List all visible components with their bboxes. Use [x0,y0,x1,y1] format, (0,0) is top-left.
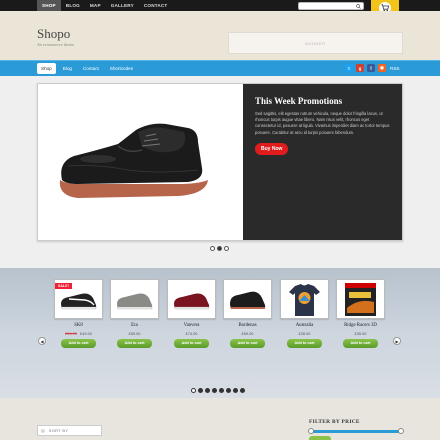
social-links: t g f ◉ RSS [345,64,399,72]
add-to-cart-button[interactable]: Add to cart [61,339,96,348]
product-old-price: £59.00 [65,331,77,336]
product-current-price: £28.00 [298,331,311,336]
product-price: £28.00 [280,331,329,336]
rss-icon[interactable]: ◉ [378,64,386,72]
price-range-max-handle[interactable] [398,428,404,434]
carousel-prev-button[interactable]: ◀ [38,337,46,345]
product-price: £35.00 [336,331,385,336]
slide-description: Sed sagittis, elit egestas rutrum vehicu… [255,111,390,135]
add-to-cart-button[interactable]: Add to cart [117,339,152,348]
product-name[interactable]: Ridge Racers 3D [336,323,385,328]
product-image[interactable]: SALE! [54,279,103,319]
shoe-image [59,123,209,198]
add-to-cart-button[interactable]: Add to cart [343,339,378,348]
topnav-contact[interactable]: CONTACT [139,0,173,11]
product-name[interactable]: SK8 [54,323,103,328]
slider-dot[interactable] [224,246,229,251]
nav-shop[interactable]: Shop [37,63,56,74]
slider-pagination [210,246,229,251]
product-name[interactable]: Vanvera [167,323,216,328]
product-name[interactable]: Bordenas [223,323,272,328]
nav-shortcodes[interactable]: Shortcodes [106,63,137,74]
sort-by-select[interactable]: ▤ SORT BY [37,425,102,436]
product-name[interactable]: Australia [280,323,329,328]
carousel-dot[interactable] [212,388,217,393]
site-title[interactable]: Shopo [37,26,70,42]
product-price: £69.00 [223,331,272,336]
slider-dot[interactable] [217,246,222,251]
product-image[interactable] [223,279,272,319]
carousel-dot[interactable] [198,388,203,393]
product-current-price: £59.00 [128,331,141,336]
sort-icon: ▤ [41,428,45,433]
product-price: £74.00 [167,331,216,336]
add-to-cart-button[interactable]: Add to cart [230,339,265,348]
product-name[interactable]: Era [110,323,159,328]
product-current-price: £49.00 [80,331,92,336]
product-price: £59.00 £49.00 [54,331,103,336]
twitter-icon[interactable]: t [345,64,353,72]
product-card: Australia £28.00 Add to cart [280,279,329,348]
product-current-price: £74.00 [185,331,198,336]
nav-blog[interactable]: Blog [59,63,76,74]
carousel-dot[interactable] [191,388,196,393]
slide-image[interactable] [38,84,243,240]
header-banner[interactable]: BANNER [228,32,403,54]
product-current-price: £69.00 [241,331,254,336]
main-navigation: Shop Blog Contact Shortcodes t g f ◉ RSS [0,60,440,76]
carousel-dot[interactable] [219,388,224,393]
product-card: Ridge Racers 3D £35.00 Add to cart [336,279,385,348]
carousel-pagination [191,388,245,393]
slide-title: This Week Promotions [255,96,343,106]
product-carousel: ◀ ▶ SALE! SK8 £59.00 £49.00 Add to cart … [0,268,440,398]
sort-by-label: SORT BY [48,428,69,433]
topnav-shop[interactable]: SHOP [37,0,61,11]
buy-now-button[interactable]: Buy Now [255,142,289,155]
add-to-cart-button[interactable]: Add to cart [174,339,209,348]
product-image[interactable] [280,279,329,319]
product-image[interactable] [336,279,385,319]
site-header: Shopo An ecommerce theme BANNER [0,11,440,60]
content-area: This Week Promotions Sed sagittis, elit … [0,76,440,268]
slide-caption: This Week Promotions Sed sagittis, elit … [243,84,402,240]
filter-button[interactable] [309,436,331,440]
shop-toolbar: ▤ SORT BY FILTER BY PRICE [0,398,440,440]
filter-by-price-title: FILTER BY PRICE [309,419,360,425]
site-tagline: An ecommerce theme [37,42,75,47]
search-input[interactable] [298,2,364,10]
slider-dot[interactable] [210,246,215,251]
google-plus-icon[interactable]: g [356,64,364,72]
product-current-price: £35.00 [354,331,367,336]
carousel-dot[interactable] [226,388,231,393]
product-image[interactable] [167,279,216,319]
product-image[interactable] [110,279,159,319]
carousel-next-button[interactable]: ▶ [393,337,401,345]
top-navigation: SHOP BLOG MAP GALLERY CONTACT [37,0,172,11]
price-range-min-handle[interactable] [308,428,314,434]
product-card: Vanvera £74.00 Add to cart [167,279,216,348]
carousel-dot[interactable] [205,388,210,393]
product-card: SALE! SK8 £59.00 £49.00 Add to cart [54,279,103,348]
carousel-dot[interactable] [240,388,245,393]
product-price: £59.00 [110,331,159,336]
topnav-map[interactable]: MAP [85,0,106,11]
search-icon[interactable] [356,4,361,9]
topnav-blog[interactable]: BLOG [61,0,85,11]
price-range-track[interactable] [311,430,401,433]
facebook-icon[interactable]: f [367,64,375,72]
promo-slider: This Week Promotions Sed sagittis, elit … [37,83,403,241]
sale-badge: SALE! [55,283,72,289]
product-card: Era £59.00 Add to cart [110,279,159,348]
rss-link[interactable]: RSS [390,66,399,71]
nav-contact[interactable]: Contact [79,63,103,74]
carousel-dot[interactable] [233,388,238,393]
add-to-cart-button[interactable]: Add to cart [287,339,322,348]
topnav-gallery[interactable]: GALLERY [106,0,139,11]
product-card: Bordenas £69.00 Add to cart [223,279,272,348]
